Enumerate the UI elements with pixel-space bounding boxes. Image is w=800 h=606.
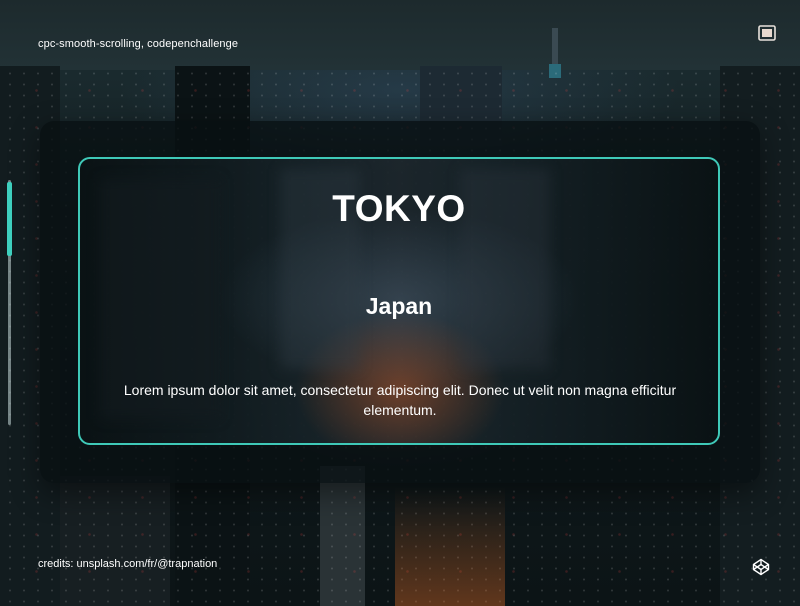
photo-credits[interactable]: credits: unsplash.com/fr/@trapnation — [38, 558, 217, 570]
country-subtitle: Japan — [365, 293, 433, 319]
fullscreen-icon[interactable] — [758, 25, 776, 41]
street-glow — [395, 486, 505, 606]
codepen-icon[interactable] — [752, 558, 770, 576]
scroll-progress-thumb[interactable] — [7, 182, 12, 256]
pen-tags: cpc-smooth-scrolling, codepenchallenge — [38, 38, 239, 50]
city-title: TOKYO — [332, 188, 466, 229]
city-description: Lorem ipsum dolor sit amet, consectetur … — [123, 382, 677, 418]
sky — [0, 0, 800, 70]
